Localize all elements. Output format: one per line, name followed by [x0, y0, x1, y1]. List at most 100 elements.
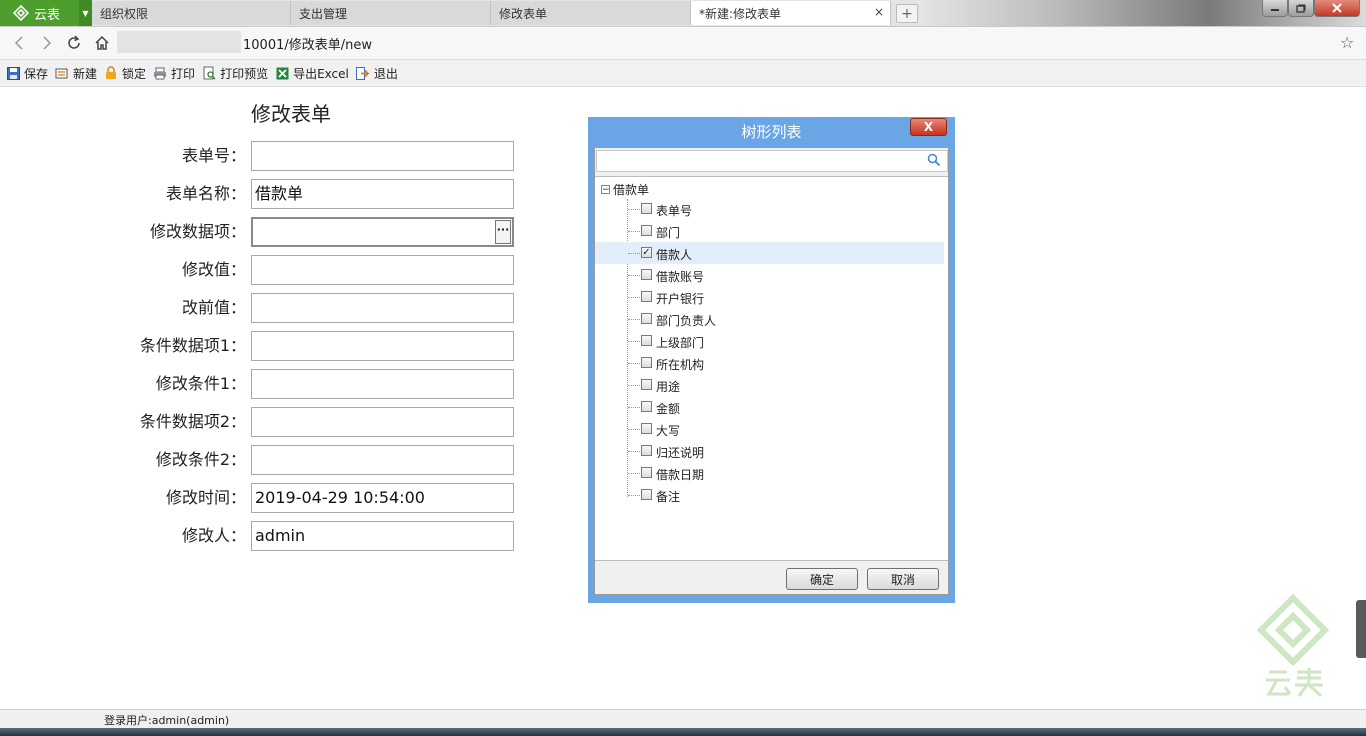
checkbox[interactable] — [641, 335, 652, 346]
tree-item[interactable]: 开户银行 — [595, 286, 944, 308]
ok-button[interactable]: 确定 — [786, 568, 858, 590]
export-excel-label: 导出Excel — [293, 66, 349, 81]
print-preview-label: 打印预览 — [220, 66, 269, 81]
tree-item-label: 备注 — [656, 490, 681, 504]
tab-new-modify-form[interactable]: *新建:修改表单 × — [691, 1, 891, 25]
checkbox[interactable] — [641, 445, 652, 456]
modify-value-input[interactable] — [251, 255, 514, 285]
tree-item-label: 上级部门 — [656, 336, 705, 350]
checkbox[interactable] — [641, 269, 652, 280]
os-taskbar — [0, 728, 1366, 736]
tree-search-input[interactable] — [599, 152, 923, 172]
checkbox[interactable] — [641, 423, 652, 434]
form-name-input[interactable]: 借款单 — [251, 179, 514, 209]
exit-button[interactable]: 退出 — [355, 65, 398, 82]
tree-item-label: 部门负责人 — [656, 314, 717, 328]
tree-item[interactable]: 上级部门 — [595, 330, 944, 352]
tree-root-node[interactable]: − 借款单 — [601, 181, 649, 198]
modify-condition-1-input[interactable] — [251, 369, 514, 399]
url-text[interactable]: 10001/修改表单/new — [243, 34, 372, 53]
home-icon[interactable] — [91, 32, 113, 54]
tree-item-label: 归还说明 — [656, 446, 705, 460]
tab-close-icon[interactable]: × — [874, 5, 884, 19]
tree-item[interactable]: ✓ 借款人 — [595, 242, 944, 264]
checkbox[interactable] — [641, 203, 652, 214]
search-icon[interactable] — [927, 153, 941, 170]
reload-icon[interactable] — [63, 32, 85, 54]
tree-item[interactable]: 大写 — [595, 418, 944, 440]
tree-root-label: 借款单 — [613, 183, 650, 197]
dialog-body: − 借款单 表单号 部门 ✓ 借款人 借款账号 开户银行 部门负责人 上级部门 … — [594, 147, 949, 595]
checkbox[interactable] — [641, 291, 652, 302]
back-arrow-icon[interactable] — [8, 32, 30, 54]
tree-item[interactable]: 所在机构 — [595, 352, 944, 374]
print-preview-button[interactable]: 打印预览 — [202, 65, 268, 82]
yunbiao-watermark-logo — [1256, 593, 1330, 698]
tree-item[interactable]: 表单号 — [595, 198, 944, 220]
brand-menu-chevron-down-icon[interactable]: ▼ — [79, 0, 92, 26]
tree-item-label: 借款日期 — [656, 468, 705, 482]
brand-name: 云表 — [34, 7, 61, 23]
page-title: 修改表单 — [251, 102, 331, 126]
new-tab-plus-icon[interactable]: + — [896, 4, 918, 23]
bookmark-star-icon[interactable]: ☆ — [1340, 33, 1354, 52]
login-user-status: 登录用户:admin(admin) — [104, 714, 230, 727]
export-excel-button[interactable]: 导出Excel — [275, 65, 349, 82]
new-label: 新建 — [73, 66, 98, 81]
checkbox[interactable] — [641, 225, 652, 236]
modify-condition-2-input[interactable] — [251, 445, 514, 475]
tree-item-label: 所在机构 — [656, 358, 705, 372]
brand-button[interactable]: 云表 — [0, 0, 79, 26]
tab-org-permission[interactable]: 组织权限 — [92, 1, 291, 25]
tree-item[interactable]: 借款账号 — [595, 264, 944, 286]
checkbox[interactable] — [641, 357, 652, 368]
tree-item[interactable]: 归还说明 — [595, 440, 944, 462]
checkbox-checked[interactable]: ✓ — [641, 247, 652, 258]
tree-item[interactable]: 借款日期 — [595, 462, 944, 484]
lock-button[interactable]: 锁定 — [104, 65, 146, 82]
new-document-icon — [55, 66, 69, 80]
window-restore-icon[interactable] — [1288, 0, 1314, 17]
previous-value-input[interactable] — [251, 293, 514, 323]
save-button[interactable]: 保存 — [6, 65, 48, 82]
side-widget-handle[interactable] — [1356, 600, 1366, 658]
tree-item[interactable]: 备注 — [595, 484, 944, 506]
print-button[interactable]: 打印 — [153, 65, 195, 82]
tab-expense-management[interactable]: 支出管理 — [291, 1, 491, 25]
yunbiao-logo-icon — [12, 4, 30, 22]
tree-item-label: 借款人 — [656, 248, 693, 262]
forward-arrow-icon[interactable] — [36, 32, 58, 54]
tree-item[interactable]: 部门负责人 — [595, 308, 944, 330]
field-label: 修改值： — [181, 260, 246, 279]
tab-bar: 云表 ▼ 组织权限 支出管理 修改表单 *新建:修改表单 × + — [0, 0, 1366, 27]
collapse-minus-icon[interactable]: − — [601, 185, 610, 195]
checkbox[interactable] — [641, 379, 652, 390]
checkbox[interactable] — [641, 313, 652, 324]
print-label: 打印 — [171, 66, 196, 81]
window-minimize-icon[interactable] — [1262, 0, 1288, 17]
window-close-icon[interactable] — [1314, 0, 1360, 17]
dialog-title: 树形列表 — [741, 123, 802, 141]
checkbox[interactable] — [641, 489, 652, 500]
modifier-input[interactable]: admin — [251, 521, 514, 551]
ellipsis-picker-button[interactable]: ··· — [495, 220, 511, 244]
checkbox[interactable] — [641, 467, 652, 478]
tab-modify-form[interactable]: 修改表单 — [491, 1, 691, 25]
new-button[interactable]: 新建 — [55, 65, 97, 82]
modify-data-item-input[interactable]: ··· — [251, 217, 514, 247]
field-label: 修改条件1： — [155, 374, 246, 393]
dialog-close-button[interactable]: X — [910, 118, 947, 136]
checkbox[interactable] — [641, 401, 652, 412]
tree-item[interactable]: 用途 — [595, 374, 944, 396]
condition-item-1-input[interactable] — [251, 331, 514, 361]
cancel-button[interactable]: 取消 — [867, 568, 939, 590]
form-number-input[interactable] — [251, 141, 514, 171]
modify-time-input[interactable]: 2019-04-29 10:54:00 — [251, 483, 514, 513]
tree-search-box — [596, 150, 948, 172]
tree-item-label: 借款账号 — [656, 270, 705, 284]
condition-item-2-input[interactable] — [251, 407, 514, 437]
tree-item[interactable]: 金额 — [595, 396, 944, 418]
field-label: 条件数据项2： — [139, 412, 246, 431]
tab-label: 修改表单 — [499, 6, 548, 21]
tree-item[interactable]: 部门 — [595, 220, 944, 242]
